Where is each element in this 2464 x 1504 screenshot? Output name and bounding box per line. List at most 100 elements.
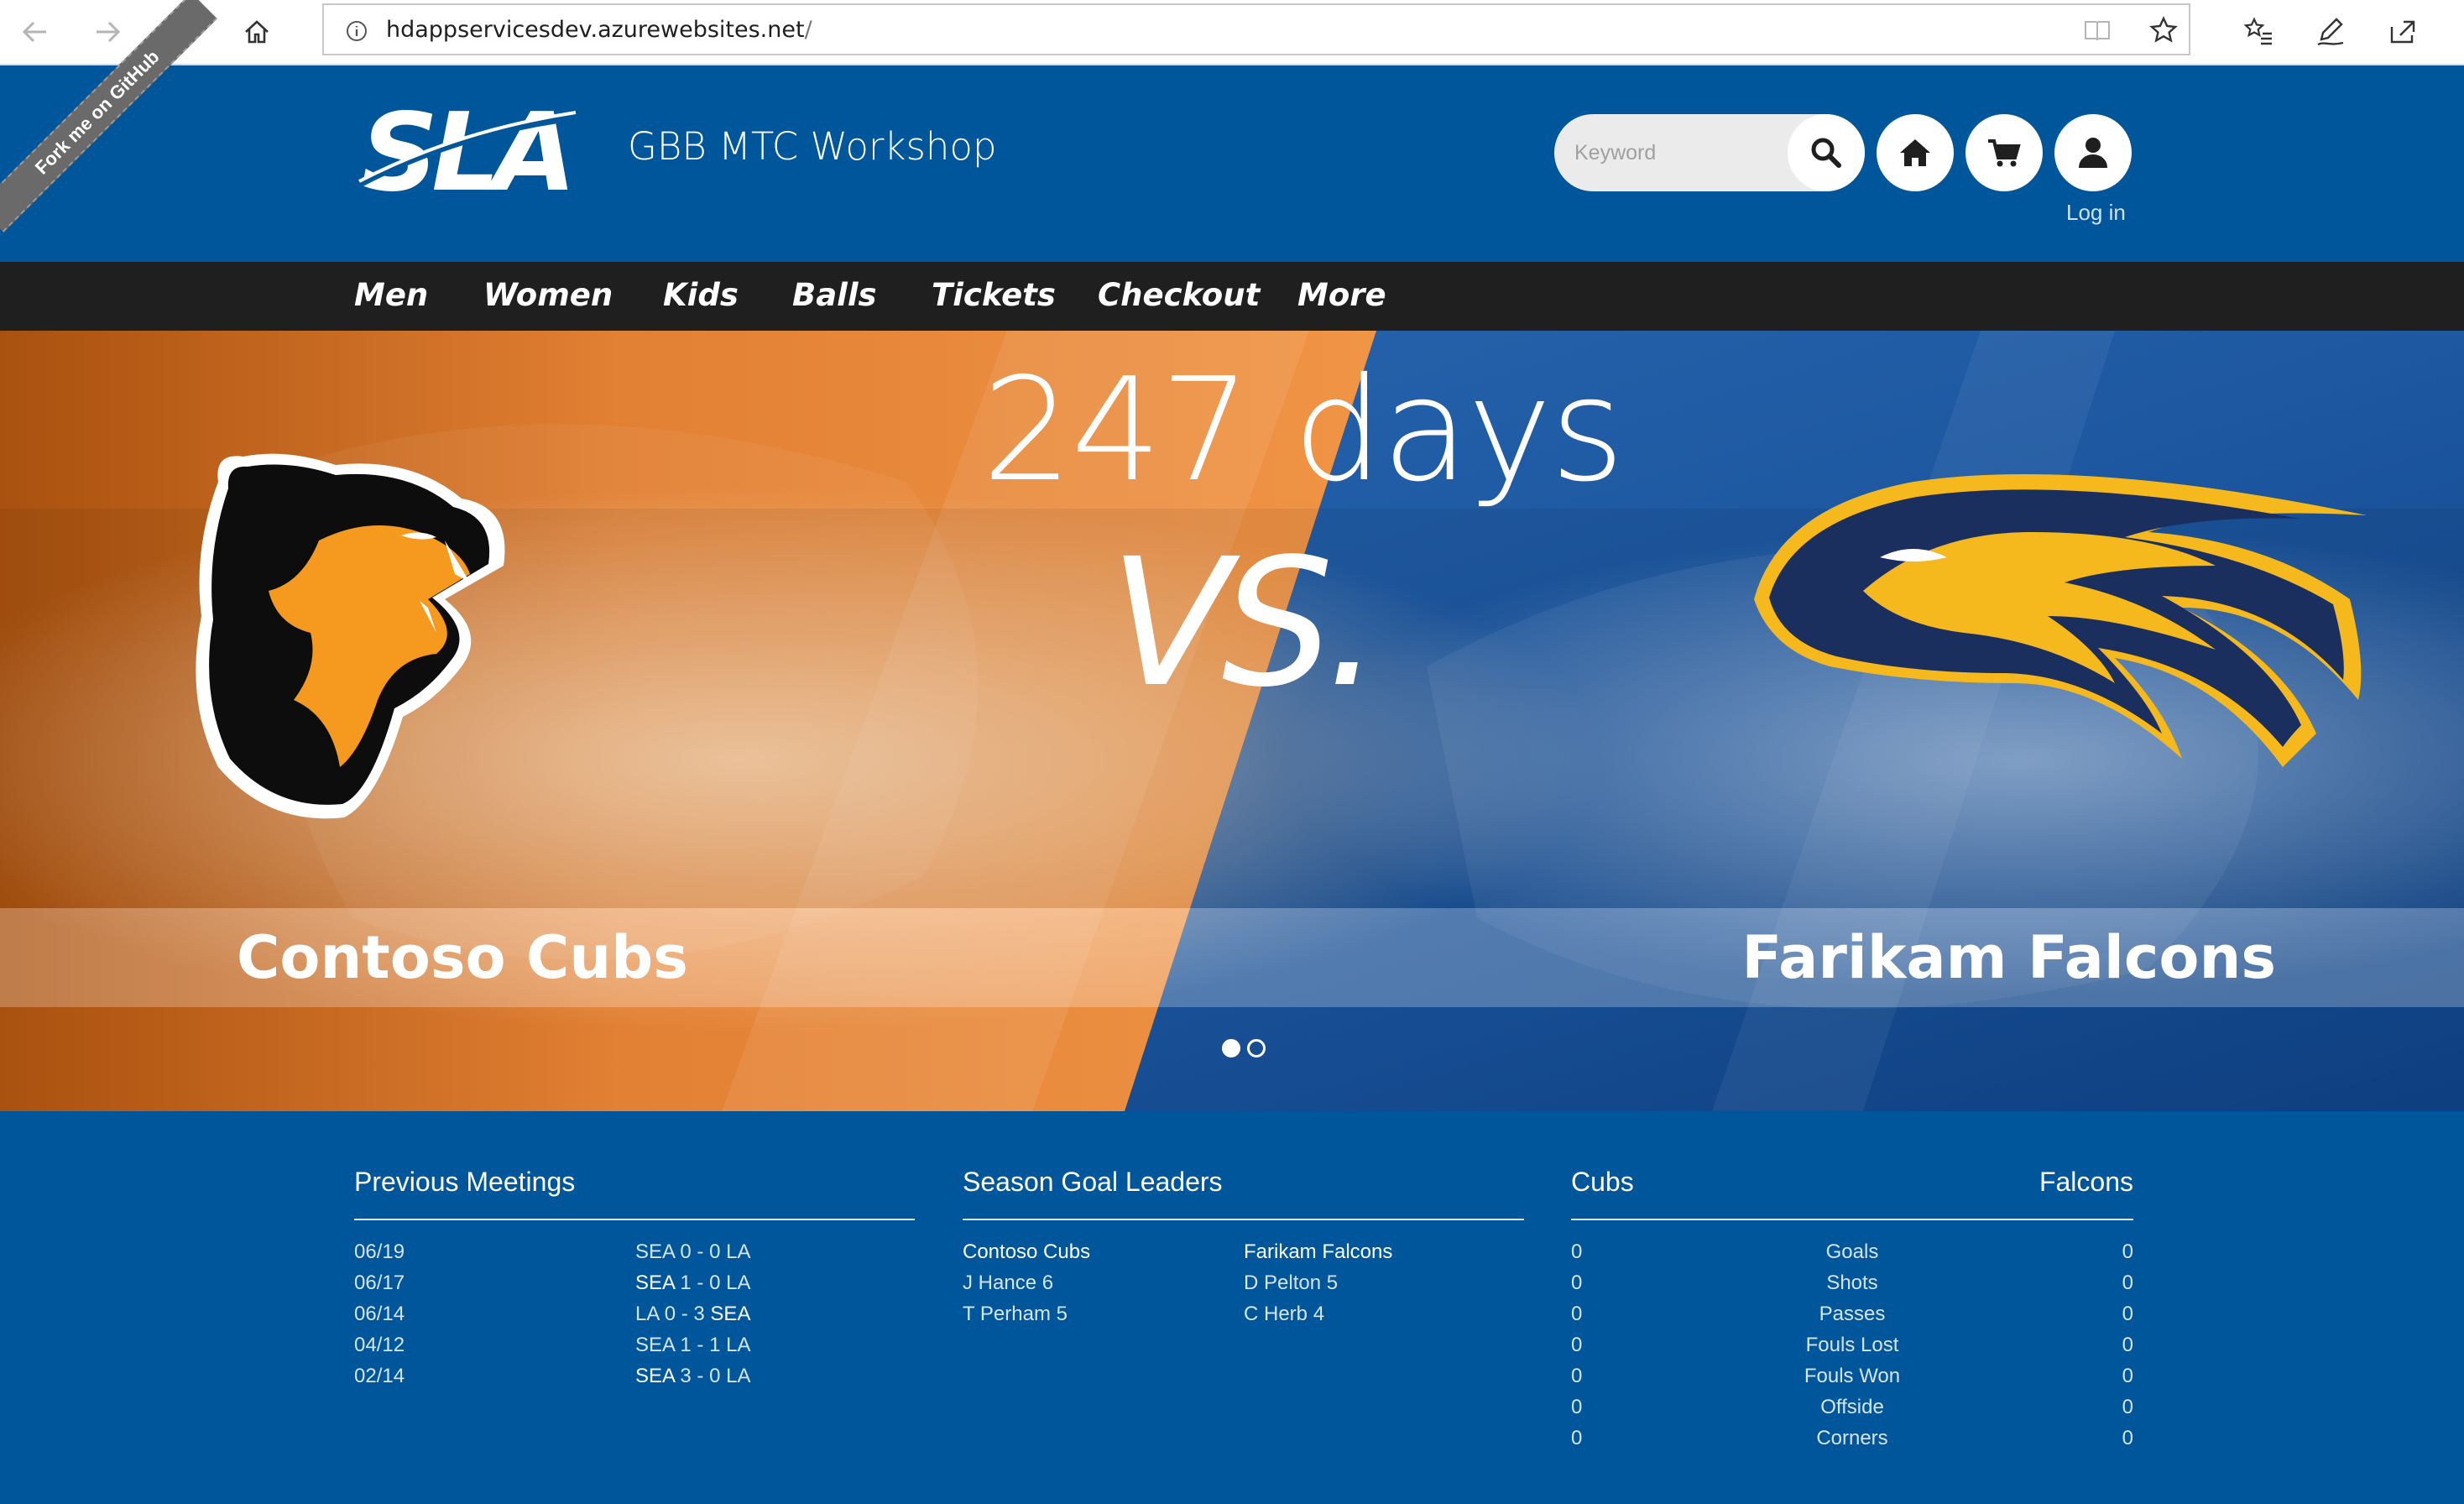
match-stats-section: Previous Meetings 06/19 SEA 0 - 0 LA 06/17… [0,1111,2464,1504]
menu-item-men[interactable]: Men [354,277,428,313]
goal-leaders-home-label: Contoso Cubs [963,1240,1091,1263]
back-arrow-icon [22,21,46,43]
meeting-away-score: 1 [709,1334,721,1356]
goal-leaders-title: Season Goal Leaders [963,1167,1223,1197]
team-stat-away-value: 0 [2122,1396,2133,1418]
goal-leader-home-1: J Hance 6 [963,1272,1054,1294]
menu-item-balls[interactable]: Balls [792,277,877,313]
cart-button[interactable] [1965,114,2043,191]
goal-leader-away-2: C Herb 4 [1244,1303,1325,1325]
meeting-away-score: 0 [709,1272,721,1294]
home-button[interactable] [1877,114,1954,191]
meeting-home-team: SEA [635,1334,675,1356]
team-stat-away-value: 0 [2122,1365,2133,1387]
team-stat-away-value: 0 [2122,1272,2133,1294]
team-stat-label: Corners [1816,1427,1888,1449]
share-icon [2390,20,2415,44]
meeting-score: LA 0 - 3 SEA [635,1303,751,1325]
forward-arrow-icon [97,21,121,43]
meeting-date: 06/19 [354,1240,405,1263]
team-stat-home-value: 0 [1571,1365,1583,1387]
countdown-text: 247 days [982,347,1625,514]
goal-leader-home-2: T Perham 5 [963,1303,1068,1325]
meeting-score: SEA 1 - 1 LA [635,1334,751,1356]
team-stat-home-value: 0 [1571,1334,1583,1356]
pen-icon [2317,18,2344,46]
goal-leaders-away-label: Farikam Falcons [1244,1240,1393,1263]
meeting-date: 04/12 [354,1334,405,1356]
meeting-home-score: 0 [680,1240,692,1263]
team-stats-divider [1571,1219,2133,1220]
carousel-dot-2[interactable] [1247,1039,1266,1058]
team-stat-home-value: 0 [1571,1240,1583,1263]
sla-logo[interactable]: SLA [354,91,582,216]
team-stats-away-title: Falcons [2039,1167,2133,1197]
meeting-away-score: 0 [709,1240,721,1263]
meeting-date: 02/14 [354,1365,405,1387]
previous-meetings-title: Previous Meetings [354,1167,576,1197]
share-button[interactable] [2382,10,2424,52]
team-stat-home-value: 0 [1571,1427,1583,1449]
menu-item-kids[interactable]: Kids [663,277,739,313]
url-text: hdappservicesdev.azurewebsites.net/ [386,17,812,43]
meeting-score: SEA 0 - 0 LA [635,1240,751,1263]
meeting-away-score: 3 [693,1303,705,1325]
meeting-away-team: LA [726,1365,751,1387]
info-icon [347,21,367,41]
meeting-away-team: LA [726,1240,751,1263]
meeting-home-score: 3 [680,1365,692,1387]
team-stat-away-value: 0 [2122,1427,2133,1449]
search-input[interactable] [1574,136,1759,170]
vs-text: VS. [1109,520,1381,726]
goal-leaders-divider [963,1219,1524,1220]
meeting-home-team: SEA [635,1365,675,1387]
home-nav-button[interactable] [237,12,277,52]
cart-icon [1988,139,2021,167]
meeting-home-team: LA [635,1303,660,1325]
home-icon [1900,139,1930,166]
login-link[interactable]: Log in [2066,200,2126,226]
team-stat-home-value: 0 [1571,1396,1583,1418]
menu-item-tickets[interactable]: Tickets [932,277,1056,313]
previous-meetings-divider [354,1219,915,1220]
team-stat-away-value: 0 [2122,1303,2133,1325]
team-stat-label: Offside [1820,1396,1884,1418]
account-button[interactable] [2054,114,2132,191]
favorites-list-icon [2243,17,2272,45]
meeting-home-team: SEA [635,1240,675,1263]
meeting-home-team: SEA [635,1272,675,1294]
team-stat-label: Fouls Lost [1805,1334,1899,1356]
back-button[interactable] [15,12,55,52]
meeting-home-score: 0 [664,1303,676,1325]
browser-toolbar: hdappservicesdev.azurewebsites.net/ [0,0,2464,65]
search-button[interactable] [1788,114,1865,191]
carousel-dot-1[interactable] [1222,1039,1240,1058]
main-menu: Men Women Kids Balls Tickets Checkout Mo… [0,262,2464,331]
menu-item-more[interactable]: More [1297,277,1386,313]
goal-leader-away-1: D Pelton 5 [1244,1272,1339,1294]
team-stat-label: Passes [1819,1303,1886,1325]
search-icon [1811,138,1841,168]
forward-button[interactable] [87,12,128,52]
notes-button[interactable] [2310,10,2352,52]
team-stat-home-value: 0 [1571,1272,1583,1294]
favorites-button[interactable] [2237,10,2279,52]
meeting-away-team: SEA [710,1303,751,1325]
away-team-name: Farikam Falcons [1741,923,2276,992]
home-team-name: Contoso Cubs [237,923,688,992]
favorite-star-icon[interactable] [2148,15,2179,45]
meeting-score: SEA 1 - 0 LA [635,1272,751,1294]
site-title: GBB MTC Workshop [628,124,997,169]
hero-carousel[interactable]: 247 days VS. Contoso Cubs Farikam Falcon… [0,331,2464,1111]
menu-item-women[interactable]: Women [483,277,613,313]
team-stat-label: Fouls Won [1804,1365,1901,1387]
menu-item-checkout[interactable]: Checkout [1098,277,1260,313]
reading-view-icon[interactable] [2083,18,2112,44]
meeting-home-score: 1 [680,1272,692,1294]
meeting-score: SEA 3 - 0 LA [635,1365,751,1387]
site-header: SLA GBB MTC Workshop Log in [0,65,2464,262]
user-icon [2079,138,2107,168]
address-bar[interactable]: hdappservicesdev.azurewebsites.net/ [322,3,2190,55]
team-stat-away-value: 0 [2122,1334,2133,1356]
team-stat-label: Shots [1826,1272,1878,1294]
